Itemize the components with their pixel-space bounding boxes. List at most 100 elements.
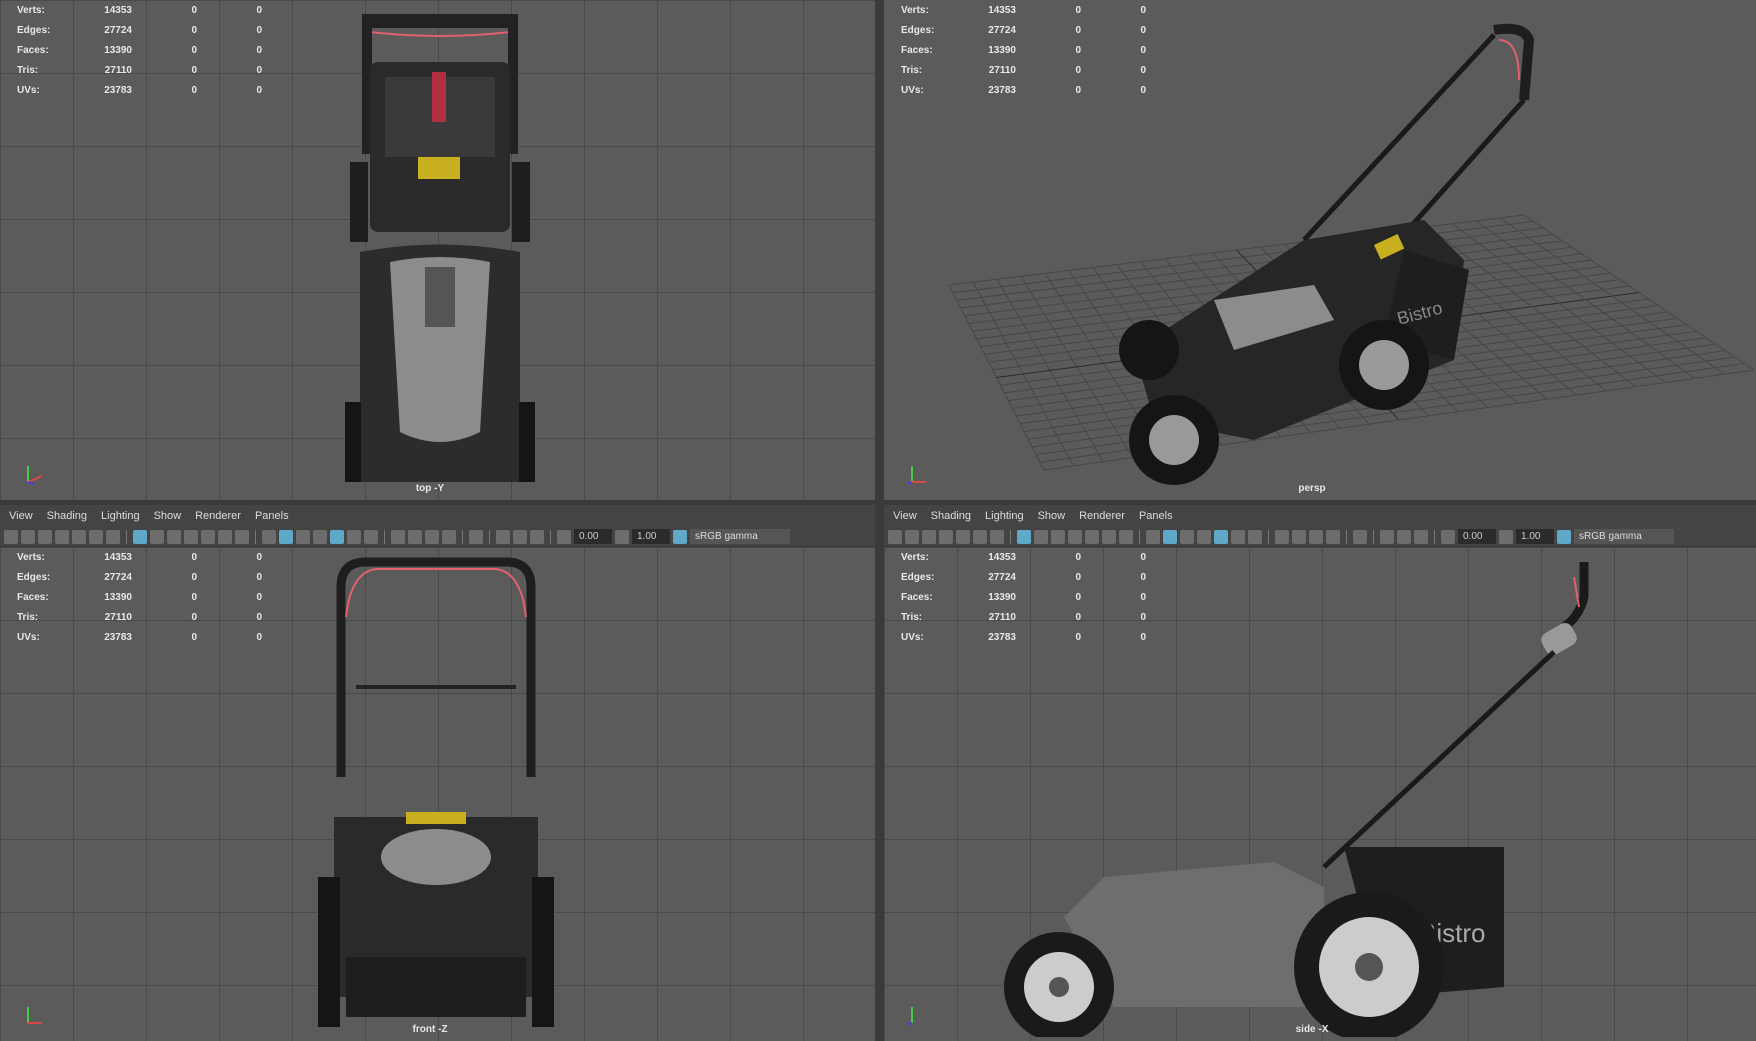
axis-gizmo <box>27 1007 42 1024</box>
film-gate-icon[interactable] <box>150 529 164 544</box>
stat-labels: Verts: <box>901 4 929 16</box>
viewport-front[interactable]: Verts: 14353 0 0 Edges: 27724 0 0 Faces: 13390 0 0 T… <box>0 547 875 1041</box>
xray-icon[interactable] <box>313 529 327 544</box>
menu-view[interactable]: View <box>9 510 33 522</box>
exposure-icon[interactable] <box>1441 529 1455 544</box>
menu-view[interactable]: View <box>893 510 917 522</box>
stat-col3: 0 <box>256 571 262 583</box>
menu-shading[interactable]: Shading <box>47 510 87 522</box>
menu-lighting[interactable]: Lighting <box>101 510 140 522</box>
camera-attr-icon[interactable] <box>922 529 936 544</box>
menu-lighting[interactable]: Lighting <box>985 510 1024 522</box>
xray-icon[interactable] <box>1197 529 1211 544</box>
colorspace-field[interactable]: sRGB gamma <box>690 529 790 544</box>
stat-labels: UVs: <box>17 631 40 643</box>
exposure-field[interactable]: 0.00 <box>574 529 612 544</box>
textured-icon[interactable] <box>330 529 344 544</box>
xray-active-icon[interactable] <box>530 529 544 544</box>
menu-renderer[interactable]: Renderer <box>1079 510 1125 522</box>
shadows-icon[interactable] <box>364 529 378 544</box>
gamma-field[interactable]: 1.00 <box>1516 529 1554 544</box>
exposure-icon[interactable] <box>557 529 571 544</box>
smooth-shade-icon[interactable] <box>1163 529 1177 544</box>
grid-icon[interactable] <box>1017 529 1031 544</box>
gamma-icon[interactable] <box>615 529 629 544</box>
panel-toolbar: 0.00 1.00 sRGB gamma <box>0 527 875 547</box>
antialias-icon[interactable] <box>1309 529 1323 544</box>
depth-of-field-icon[interactable] <box>442 529 456 544</box>
stat-values: 27724 <box>104 24 132 36</box>
smooth-shade-icon[interactable] <box>279 529 293 544</box>
image-plane-icon[interactable] <box>956 529 970 544</box>
stat-labels: Faces: <box>901 591 933 603</box>
camera-lock-icon[interactable] <box>21 529 35 544</box>
toolbar-separator <box>1139 529 1140 544</box>
viewport-side[interactable]: Verts: 14353 0 0 Edges: 27724 0 0 Faces: 13390 0 0 T… <box>884 547 1756 1041</box>
xray-joints-icon[interactable] <box>513 529 527 544</box>
camera-icon[interactable] <box>888 529 902 544</box>
lights-icon[interactable] <box>347 529 361 544</box>
stat-row: Tris: 27110 0 0 <box>884 607 1146 627</box>
camera-attr-icon[interactable] <box>38 529 52 544</box>
menu-panels[interactable]: Panels <box>1139 510 1173 522</box>
color-management-toggle[interactable] <box>1557 529 1571 544</box>
isolate-icon[interactable] <box>1380 529 1394 544</box>
gamma-field[interactable]: 1.00 <box>632 529 670 544</box>
stat-labels: UVs: <box>17 84 40 96</box>
select-icon[interactable] <box>1353 529 1367 544</box>
pen-icon[interactable] <box>990 529 1004 544</box>
image-plane-icon[interactable] <box>72 529 86 544</box>
stat-col3: 0 <box>1140 551 1146 563</box>
film-gate-icon[interactable] <box>1034 529 1048 544</box>
menu-show[interactable]: Show <box>1038 510 1066 522</box>
isolate-icon[interactable] <box>496 529 510 544</box>
motion-blur-icon[interactable] <box>1292 529 1306 544</box>
resolution-gate-icon[interactable] <box>167 529 181 544</box>
colorspace-field[interactable]: sRGB gamma <box>1574 529 1674 544</box>
resolution-gate-icon[interactable] <box>1051 529 1065 544</box>
camera-icon[interactable] <box>4 529 18 544</box>
camera-lock-icon[interactable] <box>905 529 919 544</box>
field-chart-icon[interactable] <box>1085 529 1099 544</box>
viewport-top[interactable]: Verts: 14353 0 0 Edges: 27724 0 0 Faces: 13390 0 0 T… <box>0 0 875 500</box>
bookmark-icon[interactable] <box>939 529 953 544</box>
field-chart-icon[interactable] <box>201 529 215 544</box>
safe-title-icon[interactable] <box>1119 529 1133 544</box>
exposure-field[interactable]: 0.00 <box>1458 529 1496 544</box>
select-icon[interactable] <box>469 529 483 544</box>
stat-row: Edges: 27724 0 0 <box>0 567 262 587</box>
safe-action-icon[interactable] <box>218 529 232 544</box>
ambient-occlusion-icon[interactable] <box>1275 529 1289 544</box>
menu-renderer[interactable]: Renderer <box>195 510 241 522</box>
menu-panels[interactable]: Panels <box>255 510 289 522</box>
viewport-persp[interactable]: Verts: 14353 0 0 Edges: 27724 0 0 Faces: 13390 0 0 T… <box>884 0 1756 500</box>
lights-icon[interactable] <box>1231 529 1245 544</box>
motion-blur-icon[interactable] <box>408 529 422 544</box>
ambient-occlusion-icon[interactable] <box>391 529 405 544</box>
safe-title-icon[interactable] <box>235 529 249 544</box>
depth-of-field-icon[interactable] <box>1326 529 1340 544</box>
gate-mask-icon[interactable] <box>184 529 198 544</box>
gate-mask-icon[interactable] <box>1068 529 1082 544</box>
antialias-icon[interactable] <box>425 529 439 544</box>
bookmark-icon[interactable] <box>55 529 69 544</box>
grid-icon[interactable] <box>133 529 147 544</box>
pen-icon[interactable] <box>106 529 120 544</box>
menu-show[interactable]: Show <box>154 510 182 522</box>
wireframe-icon[interactable] <box>1146 529 1160 544</box>
wireframe-icon[interactable] <box>262 529 276 544</box>
textured-icon[interactable] <box>1214 529 1228 544</box>
default-material-icon[interactable] <box>1180 529 1194 544</box>
gamma-icon[interactable] <box>1499 529 1513 544</box>
grease-pencil-icon[interactable] <box>89 529 103 544</box>
default-material-icon[interactable] <box>296 529 310 544</box>
grease-pencil-icon[interactable] <box>973 529 987 544</box>
menu-shading[interactable]: Shading <box>931 510 971 522</box>
safe-action-icon[interactable] <box>1102 529 1116 544</box>
shadows-icon[interactable] <box>1248 529 1262 544</box>
xray-joints-icon[interactable] <box>1397 529 1411 544</box>
color-management-toggle[interactable] <box>673 529 687 544</box>
stat-col3: 0 <box>1140 611 1146 623</box>
stat-col3: 0 <box>1140 4 1146 16</box>
xray-active-icon[interactable] <box>1414 529 1428 544</box>
